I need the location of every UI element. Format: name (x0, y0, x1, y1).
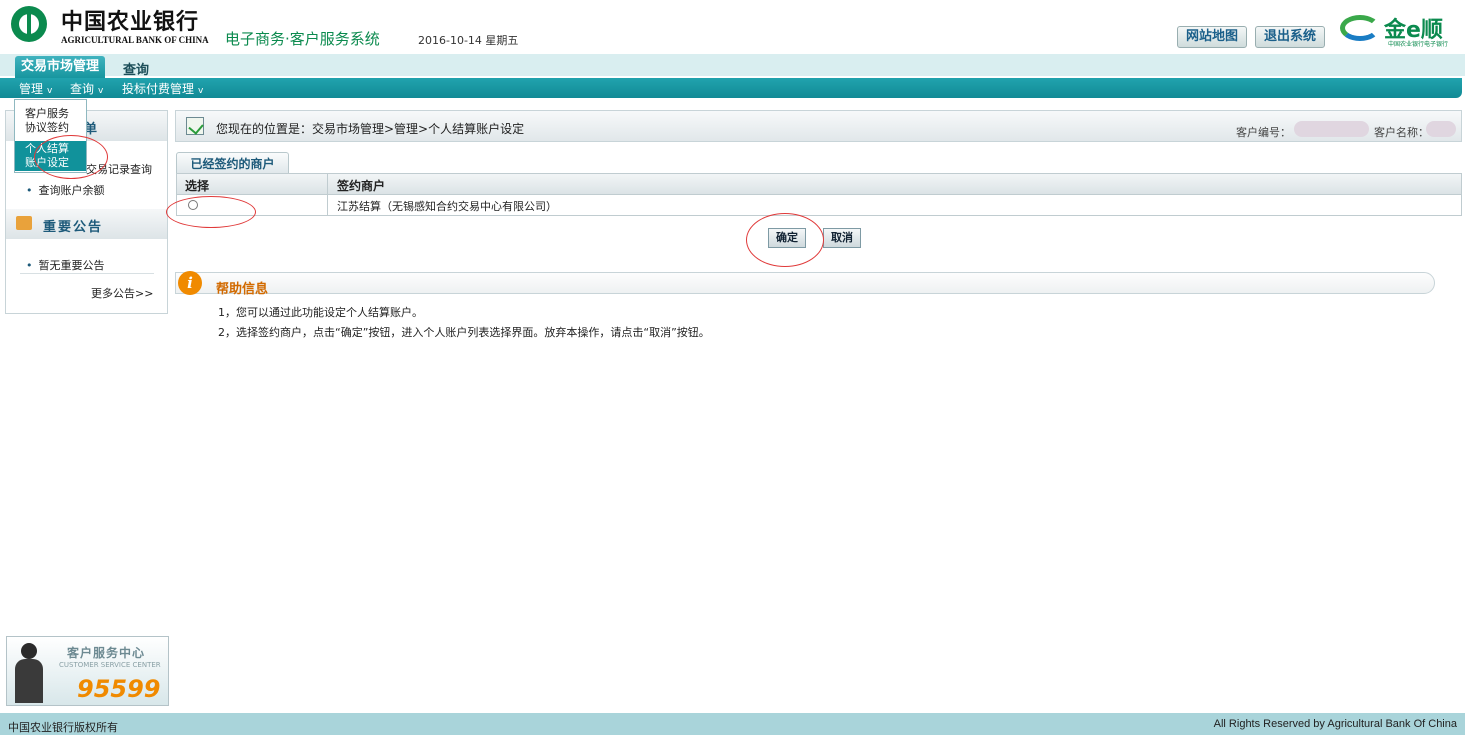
help-line-2: 2，选择签约商户，点击“确定”按钮，进入个人账户列表选择界面。放弃本操作，请点击… (218, 326, 710, 339)
tab-band (0, 54, 1465, 76)
brand-name-en: AGRICULTURAL BANK OF CHINA (61, 35, 209, 45)
merchant-radio[interactable] (188, 200, 198, 210)
more-notices-link[interactable]: 更多公告>> (91, 285, 153, 301)
sidebar-item-balance-query[interactable]: • 查询账户余额 (26, 182, 105, 198)
merchant-table: 选择 签约商户 江苏结算（无锡感知合约交易中心有限公司） (176, 173, 1462, 216)
menu-bar: 管理 v 查询 v 投标付费管理 v (0, 78, 1462, 98)
customer-name-label: 客户名称： (1374, 126, 1429, 139)
swoosh-icon (1340, 15, 1380, 41)
system-title: 电子商务·客户服务系统 (225, 30, 380, 48)
chevron-down-icon: v (198, 86, 204, 96)
menu-query[interactable]: 查询 v (70, 80, 103, 97)
col-merchant: 签约商户 (337, 179, 386, 193)
sidebar-notice-header: 重要公告 (6, 209, 167, 239)
notice-item[interactable]: • 暂无重要公告 (26, 257, 105, 273)
bullet-icon: • (26, 184, 33, 197)
tab-query[interactable]: 查询 (123, 59, 149, 78)
customer-service-banner[interactable]: 客户服务中心 CUSTOMER SERVICE CENTER 95599 (6, 636, 169, 706)
tab-signed-merchants[interactable]: 已经签约的商户 (176, 152, 289, 174)
manage-dropdown-menu: 客户服务 协议签约 个人结算 账户设定 (14, 99, 87, 173)
service-title: 客户服务中心 (67, 646, 146, 660)
jin-e-shun-logo: 金e顺 中国农业银行电子银行 (1340, 10, 1458, 50)
current-date: 2016-10-14 星期五 (418, 34, 519, 47)
help-title: 帮助信息 (216, 282, 269, 297)
menu-bidding-fee[interactable]: 投标付费管理 v (122, 80, 203, 97)
help-line-1: 1，您可以通过此功能设定个人结算账户。 (218, 306, 423, 319)
dropdown-item-service-agreement[interactable]: 客户服务 协议签约 (15, 107, 86, 135)
footer-copyright-cn: 中国农业银行版权所有 (8, 721, 118, 734)
table-row: 江苏结算（无锡感知合约交易中心有限公司） (177, 195, 1461, 215)
service-phone: 95599 (77, 675, 161, 703)
service-subtitle: CUSTOMER SERVICE CENTER (59, 661, 161, 669)
breadcrumb: 您现在的位置是：交易市场管理>管理>个人结算账户设定 客户编号： 客户名称： (175, 110, 1462, 142)
footer: 中国农业银行版权所有 All Rights Reserved by Agricu… (0, 713, 1465, 735)
sidebar-item-transaction-query[interactable]: 交易记录查询 (86, 161, 152, 177)
brand-name-cn: 中国农业银行 (61, 9, 200, 35)
tab-market-management[interactable]: 交易市场管理 (15, 56, 105, 78)
sitemap-button[interactable]: 网站地图 (1177, 26, 1248, 48)
chevron-down-icon: v (47, 86, 53, 96)
notice-icon (16, 216, 32, 230)
location-icon (186, 117, 204, 135)
customer-id-masked (1294, 121, 1369, 137)
info-icon: i (178, 271, 202, 295)
chevron-down-icon: v (98, 86, 104, 96)
merchant-name: 江苏结算（无锡感知合约交易中心有限公司） (337, 200, 557, 213)
header: 中国农业银行 AGRICULTURAL BANK OF CHINA 电子商务·客… (0, 0, 1465, 54)
table-header: 选择 签约商户 (177, 174, 1461, 195)
breadcrumb-text: 您现在的位置是：交易市场管理>管理>个人结算账户设定 (216, 122, 525, 136)
bullet-icon: • (26, 259, 33, 272)
agent-icon (13, 643, 45, 703)
menu-manage[interactable]: 管理 v (19, 80, 52, 97)
cancel-button[interactable]: 取消 (823, 228, 861, 248)
dropdown-item-personal-settlement[interactable]: 个人结算 账户设定 (15, 141, 86, 171)
customer-name-masked (1426, 121, 1456, 137)
customer-id-label: 客户编号： (1236, 126, 1291, 139)
col-select: 选择 (185, 179, 210, 193)
abc-logo-icon (11, 6, 47, 42)
footer-copyright-en: All Rights Reserved by Agricultural Bank… (1213, 718, 1457, 730)
confirm-button[interactable]: 确定 (768, 228, 806, 248)
logout-button[interactable]: 退出系统 (1255, 26, 1326, 48)
help-bar (175, 272, 1435, 294)
